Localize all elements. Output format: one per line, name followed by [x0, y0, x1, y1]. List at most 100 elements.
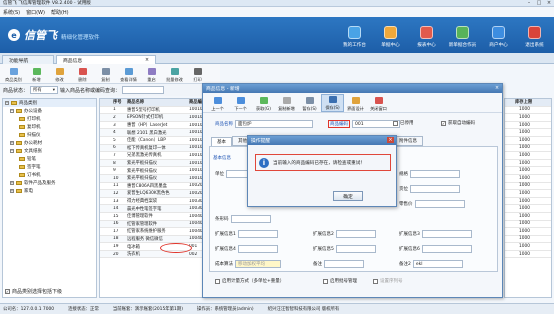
restart-button[interactable]: 重启 — [140, 65, 163, 83]
autocode-checkbox[interactable]: ✓ 获取自动编码 — [441, 120, 475, 126]
cost-select[interactable]: 移动加权平均 — [235, 260, 281, 268]
alert-title: 操作提醒 — [248, 136, 396, 145]
ext1-input[interactable] — [237, 230, 278, 238]
tree-item[interactable]: 订书机 — [3, 171, 96, 179]
stock-limit-cell: 1000 — [505, 137, 551, 145]
tab-navigation[interactable]: 功能导航 — [2, 55, 54, 64]
status-copyright: 绍兴汪汪智智科技有限公司 版权所有 — [267, 307, 340, 312]
prev-button[interactable]: 上一个 — [206, 94, 229, 112]
tree-item[interactable]: − 文具纸张 — [3, 147, 96, 155]
design-button[interactable]: 界面设计 — [344, 94, 367, 112]
staff-button[interactable]: 新单据合作员 — [447, 20, 478, 50]
include-sub-checkbox[interactable]: ✓ 商品类别选择包括下级 — [5, 288, 62, 295]
stock-limit-cell: 1000 — [505, 175, 551, 183]
batch-checkbox[interactable]: 启用批号管理 — [323, 278, 357, 284]
copy-button[interactable]: 复制 — [94, 65, 117, 83]
folder-icon — [19, 156, 25, 162]
disabled-checkbox[interactable]: 已停用 — [393, 120, 414, 126]
fetch-button[interactable]: 获取(G) — [252, 94, 275, 112]
tree-item[interactable]: + 家电 — [3, 187, 96, 195]
minimize-button[interactable]: – — [524, 0, 534, 6]
edit-button[interactable]: 修改 — [48, 65, 71, 83]
batch-edit-button[interactable]: 批量修改 — [163, 65, 186, 83]
report-icon — [420, 26, 433, 39]
ext2-input[interactable] — [335, 230, 376, 238]
stock-limit-header: 库存上限 — [505, 99, 551, 107]
workbench-button[interactable]: 我的工作台 — [339, 20, 370, 50]
next-button[interactable]: 下一个 — [229, 94, 252, 112]
status-bar: 公司名：127.0.0.1 7000 连接状态：正常 当前账套：演示账套(201… — [0, 303, 554, 314]
close-button[interactable]: × — [544, 0, 554, 6]
ext5-input[interactable] — [335, 245, 376, 253]
batch-icon — [170, 67, 179, 75]
tree-root[interactable]: − 商品类别 — [3, 99, 96, 107]
folder-icon — [16, 140, 22, 146]
exit-button[interactable]: 退出系统 — [519, 20, 550, 50]
price-input[interactable] — [414, 200, 465, 208]
tab-product-info[interactable]: 商品信息 × — [56, 55, 156, 64]
info-icon: i — [259, 157, 269, 168]
tree-item[interactable]: + 办公耗材 — [3, 139, 96, 147]
status-select[interactable]: 所有 ▾ — [30, 86, 59, 94]
name-input[interactable]: 面包炉 — [235, 120, 313, 128]
tree-item[interactable]: − 办公设备 — [3, 107, 96, 115]
new-button[interactable]: 新增 — [25, 65, 48, 83]
menu-help[interactable]: 帮助(H) — [51, 9, 69, 16]
users-icon — [456, 26, 469, 39]
save-button[interactable]: 保存(S) — [321, 93, 344, 112]
category-button[interactable]: 商品类别 — [2, 65, 25, 83]
refresh-icon — [147, 67, 156, 75]
folder-icon — [19, 164, 25, 170]
stock-limit-cell: 1000 — [505, 236, 551, 244]
folder-icon — [19, 116, 25, 122]
tree-item[interactable]: 打印机 — [3, 115, 96, 123]
tree-item[interactable]: 铅笔 — [3, 155, 96, 163]
copy-icon — [282, 96, 291, 104]
documents-button[interactable]: 单据中心 — [375, 20, 406, 50]
delete-button[interactable]: 删除 — [71, 65, 94, 83]
tab-basic[interactable]: 基本 — [211, 136, 232, 146]
tree-item[interactable]: 签字笔 — [3, 163, 96, 171]
delete-icon — [78, 67, 87, 75]
tab-attachment[interactable]: 附件信息 — [393, 136, 423, 146]
close-icon[interactable]: × — [387, 137, 394, 143]
maximize-button[interactable]: □ — [534, 0, 544, 6]
ext4-input[interactable] — [237, 245, 278, 253]
filter-bar: 商品状态： 所有 ▾ 输入商品名称或编码查询： — [0, 84, 220, 96]
detail-button[interactable]: 查看详情 — [117, 65, 140, 83]
tree-item[interactable]: + 软件产品及服务 — [3, 179, 96, 187]
ext6-input[interactable] — [421, 245, 472, 253]
highlight-circle — [160, 243, 192, 253]
category-tree: − 商品类别 − 办公设备 打印机 复印机 扫描仪 + 办公耗材 − 文具纸张 铅笔 签字笔 订书机 + 软… — [2, 98, 97, 298]
fetch-icon — [259, 96, 268, 104]
serial-checkbox[interactable]: 设置序列号 — [373, 278, 403, 284]
search-input[interactable] — [122, 86, 165, 94]
stock-limit-cell: 1000 — [505, 145, 551, 153]
stock-limit-cell: 1000 — [505, 205, 551, 213]
spec-input[interactable] — [410, 170, 460, 178]
merchant-button[interactable]: 商户中心 — [483, 20, 514, 50]
menu-system[interactable]: 系统(S) — [3, 9, 20, 16]
close-icon[interactable]: × — [495, 86, 502, 91]
loc-input[interactable] — [410, 185, 460, 193]
barcode-input[interactable] — [230, 215, 271, 223]
copy-new-button[interactable]: 复制新增 — [275, 94, 298, 112]
remark2-input[interactable]: ekl — [412, 260, 463, 268]
reports-button[interactable]: 报表中心 — [411, 20, 442, 50]
close-window-button[interactable]: 关闭窗口 — [367, 94, 390, 112]
stock-limit-cell: 1000 — [505, 228, 551, 236]
stock-limit-cell: 1000 — [505, 183, 551, 191]
menu-window[interactable]: 窗口(W) — [26, 9, 45, 16]
alert-message-box: i 当前输入的商品编码已存在，请检查或重试！ — [255, 154, 391, 171]
temp-save-button[interactable]: 暂存(S) — [298, 94, 321, 112]
print-button[interactable]: 打印 — [186, 65, 209, 83]
multi-unit-checkbox[interactable]: 启用计量方式（多单位+重量） — [215, 278, 284, 284]
loc-label: 货位 — [399, 187, 408, 192]
search-label: 输入商品名称或编码查询： — [60, 87, 121, 94]
tree-item[interactable]: 复印机 — [3, 123, 96, 131]
remark-input[interactable] — [324, 260, 364, 268]
ext3-input[interactable] — [421, 230, 472, 238]
tree-item[interactable]: 扫描仪 — [3, 131, 96, 139]
ok-button[interactable]: 确定 — [333, 191, 363, 201]
close-icon[interactable]: × — [145, 58, 149, 63]
